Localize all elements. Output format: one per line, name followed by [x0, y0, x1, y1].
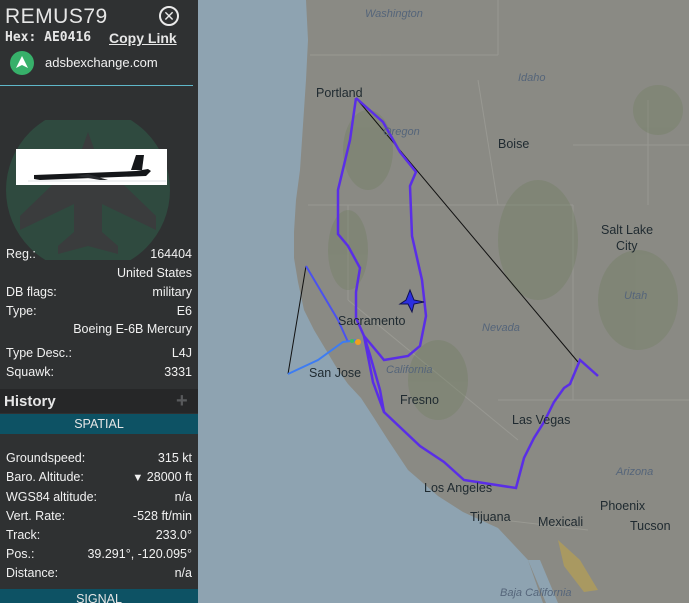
- aircraft-photo[interactable]: [16, 149, 167, 185]
- city-label-fresno: Fresno: [400, 393, 439, 407]
- city-label-san-jose: San Jose: [309, 366, 362, 380]
- track-value: 233.0°: [155, 528, 192, 542]
- hex-value: AE0416: [44, 30, 92, 45]
- squawk-label: Squawk:: [6, 365, 54, 379]
- state-label-oregon: Oregon: [383, 126, 420, 138]
- divider: [0, 85, 193, 86]
- country-value: United States: [116, 266, 192, 280]
- vert-rate-label: Vert. Rate:: [6, 509, 66, 523]
- history-title[interactable]: History: [4, 393, 56, 410]
- source-link[interactable]: adsbexchange.com: [45, 55, 158, 70]
- aircraft-info-panel: REMUS79 ✕ Hex: AE0416 Copy Link adsbexch…: [0, 0, 198, 603]
- city-label-salt-lake-city: City: [616, 239, 638, 253]
- hex-label: Hex:: [5, 30, 37, 45]
- type-value: E6: [176, 304, 192, 318]
- copy-link[interactable]: Copy Link: [109, 30, 177, 46]
- city-label-mexicali: Mexicali: [538, 515, 584, 529]
- state-label-baja: Baja California: [500, 587, 572, 599]
- groundspeed-label: Groundspeed:: [6, 451, 86, 465]
- position-value: 39.291°, -120.095°: [87, 547, 192, 561]
- type-name-value: Boeing E-6B Mercury: [73, 322, 192, 336]
- city-label-portland: Portland: [316, 86, 363, 100]
- state-label-utah: Utah: [624, 290, 648, 302]
- distance-label: Distance:: [6, 566, 59, 580]
- reg-label: Reg.:: [6, 247, 36, 261]
- dbflags-label: DB flags:: [6, 285, 57, 299]
- city-label-sacramento: Sacramento: [338, 314, 406, 328]
- hex-row: Hex: AE0416: [5, 30, 91, 45]
- state-label-washington: Washington: [365, 8, 423, 20]
- baro-altitude-value: ▼ 28000 ft: [132, 470, 192, 484]
- state-label-nevada: Nevada: [482, 322, 520, 334]
- vert-rate-value: -528 ft/min: [132, 509, 192, 523]
- typedesc-value: L4J: [171, 346, 192, 360]
- city-label-los-angeles: Los Angeles: [424, 481, 493, 495]
- state-label-california: California: [386, 364, 433, 376]
- squawk-value: 3331: [164, 365, 192, 379]
- distance-value: n/a: [174, 566, 192, 580]
- baro-altitude-label: Baro. Altitude:: [6, 470, 84, 484]
- groundspeed-value: 315 kt: [157, 451, 192, 465]
- signal-section-header[interactable]: SIGNAL: [0, 589, 198, 603]
- city-label-boise: Boise: [498, 137, 530, 151]
- adsbexchange-logo-icon[interactable]: [10, 51, 34, 75]
- callsign-title: REMUS79: [5, 5, 108, 28]
- track-label: Track:: [6, 528, 41, 542]
- close-icon[interactable]: ✕: [159, 6, 179, 26]
- type-label: Type:: [6, 304, 37, 318]
- typedesc-label: Type Desc.:: [6, 346, 72, 360]
- state-label-arizona: Arizona: [616, 466, 654, 478]
- descending-arrow-icon: ▼: [132, 472, 144, 484]
- city-label-salt-lake: Salt Lake: [601, 223, 654, 237]
- flight-map[interactable]: Washington Idaho Oregon Utah Nevada Cali…: [198, 0, 689, 603]
- dbflags-value: military: [152, 285, 192, 299]
- city-label-phoenix: Phoenix: [600, 499, 646, 513]
- state-label-idaho: Idaho: [518, 72, 546, 84]
- reg-value: 164404: [150, 247, 192, 261]
- wgs84-label: WGS84 altitude:: [6, 490, 98, 504]
- city-label-tijuana: Tijuana: [470, 510, 511, 524]
- history-add-icon[interactable]: +: [176, 390, 188, 413]
- aircraft-silhouette-icon: [6, 120, 170, 260]
- wgs84-value: n/a: [174, 490, 192, 504]
- city-label-tucson: Tucson: [630, 519, 671, 533]
- track-end-marker: [355, 339, 361, 345]
- position-label: Pos.:: [6, 547, 35, 561]
- city-label-las-vegas: Las Vegas: [512, 413, 571, 427]
- spatial-section-header[interactable]: SPATIAL: [0, 414, 198, 434]
